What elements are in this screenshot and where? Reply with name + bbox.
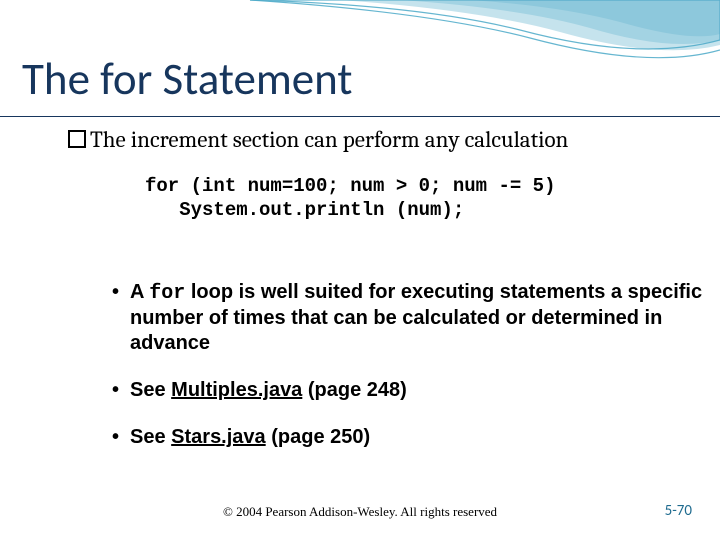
bullet-1-code: for [149, 282, 185, 305]
bullet-2-link: Multiples.java [171, 379, 302, 401]
slide: The for Statement The increment section … [0, 0, 720, 540]
code-line-1: for (int num=100; num > 0; num -= 5) [145, 175, 555, 197]
bullet-3-post: (page 250) [266, 426, 370, 448]
bullet-1-pre: A [130, 281, 149, 303]
bullet-1-post: loop is well suited for executing statem… [130, 281, 702, 354]
footer-page-number: 5-70 [665, 502, 692, 520]
footer-copyright: © 2004 Pearson Addison-Wesley. All right… [0, 504, 720, 520]
slide-title: The for Statement [22, 52, 352, 107]
title-underline [0, 116, 720, 117]
checkbox-bullet-icon [68, 130, 86, 148]
bullet-2-post: (page 248) [302, 379, 406, 401]
bullet-3-link: Stars.java [171, 426, 266, 448]
bullet-item-3: See Stars.java (page 250) [130, 425, 710, 450]
bullet-list: A for loop is well suited for executing … [90, 280, 710, 472]
bullet-2-pre: See [130, 379, 171, 401]
bullet-item-2: See Multiples.java (page 248) [130, 378, 710, 403]
bullet-item-1: A for loop is well suited for executing … [130, 280, 710, 356]
intro-text: The increment section can perform any ca… [90, 126, 650, 153]
code-sample: for (int num=100; num > 0; num -= 5) Sys… [145, 175, 555, 223]
bullet-3-pre: See [130, 426, 171, 448]
code-line-2: System.out.println (num); [145, 199, 464, 221]
